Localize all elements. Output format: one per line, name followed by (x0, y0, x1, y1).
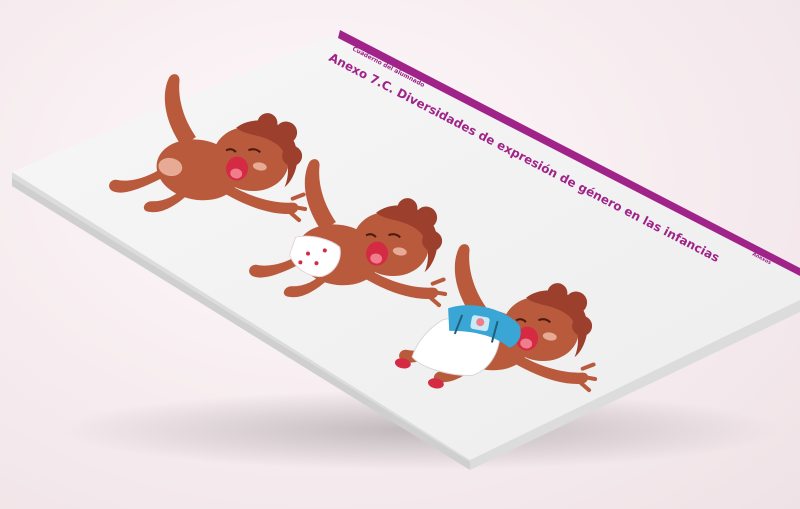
mockup-scene: Cuaderno del alumnado Anexo 7.C. Diversi… (12, 30, 800, 470)
